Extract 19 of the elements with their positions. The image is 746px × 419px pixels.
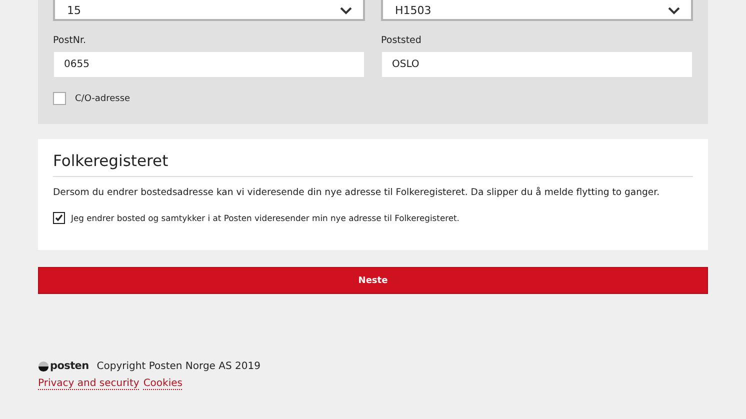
checkbox[interactable] <box>53 212 65 224</box>
field-label: Poststed <box>381 35 422 46</box>
info-text: Dersom du endrer bostedsadresse kan vi videresende din nye adresse til Folkeregisteret. Da slipper du å melde flytting to ganger. <box>53 187 661 198</box>
copyright-text: Copyright Posten Norge AS 2019 <box>96 360 260 372</box>
dropdown-select[interactable]: H1503 <box>381 0 693 21</box>
checkbox-label: Jeg endrer bosted og samtykker i at Posten videresender min nye adresse til Folkeregisteret. <box>71 213 460 223</box>
input-field[interactable]: OSLO <box>381 51 693 78</box>
next-button[interactable]: Neste <box>38 267 708 294</box>
checkbox-label: C/O-adresse <box>75 94 130 104</box>
footer-link[interactable]: Privacy and security <box>38 378 140 390</box>
field-label: PostNr. <box>53 35 86 46</box>
checkbox[interactable] <box>53 92 66 105</box>
footer-link[interactable]: Cookies <box>143 378 182 390</box>
logo: posten <box>38 360 89 372</box>
chevron-down-icon <box>667 6 681 16</box>
section-title: Folkeregisteret <box>53 152 168 170</box>
dropdown-select[interactable]: 15 <box>53 0 365 21</box>
chevron-down-icon <box>339 6 353 16</box>
input-field[interactable]: 0655 <box>53 51 365 78</box>
